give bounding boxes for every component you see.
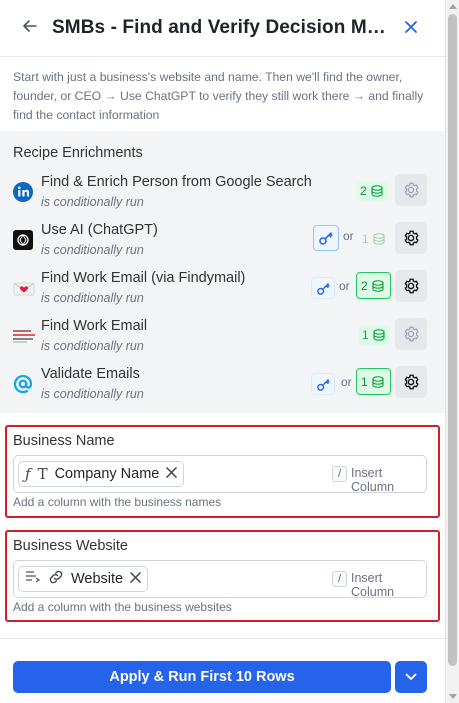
linkedin-icon — [13, 182, 33, 202]
close-icon — [166, 467, 178, 478]
chevron-down-icon — [405, 673, 417, 680]
recipe-item-name: Find Work Email (via Findymail) — [41, 270, 246, 286]
credit-badge: 1 — [359, 229, 390, 249]
function-icon: ƒ — [25, 465, 31, 483]
settings-button[interactable] — [395, 222, 427, 254]
lines-icon — [13, 326, 35, 346]
chip-label: Website — [71, 571, 124, 587]
close-icon — [130, 572, 141, 583]
arrow-left-icon — [23, 20, 37, 32]
gear-icon — [404, 278, 419, 294]
business-website-hint: Add a column with the business websites — [13, 600, 232, 614]
or-label: or — [343, 229, 354, 243]
gear-icon — [404, 374, 419, 390]
recipe-item-name: Use AI (ChatGPT) — [41, 222, 158, 238]
credit-count: 2 — [360, 184, 367, 198]
recipe-item-status: is conditionally run — [41, 195, 144, 209]
remove-chip-button[interactable] — [130, 571, 141, 587]
business-name-input[interactable]: ƒ T Company Name / Insert Column — [13, 455, 427, 494]
credit-badge[interactable]: 1 — [356, 368, 391, 395]
recipe-item-validate-emails[interactable]: Validate Emails is conditionally run or … — [0, 363, 445, 409]
website-chip[interactable]: Website — [18, 566, 149, 592]
recipe-enrichments: Recipe Enrichments Find & Enrich Person … — [0, 131, 445, 413]
credit-badge: 1 — [359, 325, 390, 345]
insert-column-button[interactable]: Insert Column — [351, 571, 426, 599]
recipe-item-status: is conditionally run — [41, 387, 144, 401]
key-icon — [319, 232, 333, 245]
settings-button[interactable] — [395, 174, 427, 206]
recipe-item-name: Validate Emails — [41, 366, 140, 382]
apply-run-button[interactable]: Apply & Run First 10 Rows — [13, 661, 391, 693]
api-key-button[interactable] — [313, 225, 339, 251]
recipe-item-name: Find & Enrich Person from Google Search — [41, 174, 312, 190]
business-name-label: Business Name — [13, 433, 115, 449]
recipe-item-status: is conditionally run — [41, 243, 144, 257]
insert-column-button[interactable]: Insert Column — [351, 466, 426, 494]
slash-shortcut: / — [332, 466, 347, 482]
api-key-button[interactable] — [311, 277, 335, 299]
recipe-item-status: is conditionally run — [41, 291, 144, 305]
credit-count: 1 — [361, 374, 368, 389]
business-name-section: Business Name ƒ T Company Name / Insert … — [5, 425, 440, 518]
chip-label: Company Name — [54, 466, 160, 482]
back-button[interactable] — [20, 18, 40, 38]
coins-icon — [371, 185, 383, 197]
recipe-item-find-work-email[interactable]: Find Work Email is conditionally run 1 — [0, 315, 445, 361]
recipe-item-name: Find Work Email — [41, 318, 148, 334]
at-icon — [13, 374, 33, 394]
panel-footer: Apply & Run First 10 Rows — [0, 638, 445, 703]
recipe-item-google-search[interactable]: Find & Enrich Person from Google Search … — [0, 171, 445, 217]
key-icon — [316, 282, 330, 295]
company-name-chip[interactable]: ƒ T Company Name — [18, 461, 185, 487]
findymail-icon — [13, 278, 35, 298]
gear-icon — [404, 182, 419, 198]
remove-chip-button[interactable] — [166, 466, 178, 482]
coins-icon — [373, 233, 385, 245]
gear-icon — [404, 326, 419, 342]
link-icon — [48, 569, 64, 589]
scroll-up-arrow[interactable] — [449, 4, 457, 9]
close-icon — [405, 21, 417, 33]
run-options-dropdown[interactable] — [395, 661, 427, 693]
recipe-item-status: is conditionally run — [41, 339, 144, 353]
settings-button[interactable] — [395, 270, 427, 302]
business-website-label: Business Website — [13, 538, 128, 554]
recipe-item-chatgpt[interactable]: Use AI (ChatGPT) is conditionally run or… — [0, 219, 445, 265]
coins-icon — [372, 279, 384, 292]
or-label: or — [341, 375, 352, 389]
business-name-hint: Add a column with the business names — [13, 495, 222, 509]
api-key-button[interactable] — [311, 373, 335, 395]
scroll-thumb[interactable] — [448, 14, 457, 666]
recipe-description: Start with just a business's website and… — [13, 70, 424, 122]
coins-icon — [372, 375, 384, 388]
list-arrow-icon — [25, 570, 41, 588]
vertical-scrollbar[interactable] — [445, 0, 459, 703]
recipe-item-findymail[interactable]: Find Work Email (via Findymail) is condi… — [0, 267, 445, 313]
settings-button[interactable] — [395, 318, 427, 350]
credit-count: 2 — [361, 278, 368, 293]
credit-badge: 2 — [357, 181, 388, 201]
page-title: SMBs - Find and Verify Decision Mak... — [52, 17, 386, 38]
recipe-enrichments-title: Recipe Enrichments — [13, 145, 143, 161]
credit-count: 1 — [362, 232, 369, 246]
key-icon — [316, 378, 330, 391]
business-website-input[interactable]: Website / Insert Column — [13, 560, 427, 599]
text-type-icon: T — [37, 465, 48, 483]
slash-shortcut: / — [332, 571, 347, 587]
credit-count: 1 — [362, 328, 369, 342]
gear-icon — [404, 230, 419, 246]
settings-button[interactable] — [395, 366, 427, 398]
credit-badge[interactable]: 2 — [356, 272, 391, 299]
panel-header: SMBs - Find and Verify Decision Mak... — [0, 0, 445, 57]
openai-icon — [13, 230, 33, 250]
coins-icon — [373, 329, 385, 341]
close-button[interactable] — [401, 18, 421, 38]
scroll-down-arrow[interactable] — [449, 694, 457, 699]
business-website-section: Business Website Website / Insert Column… — [5, 530, 440, 622]
enrichment-panel: SMBs - Find and Verify Decision Mak... S… — [0, 0, 445, 703]
or-label: or — [339, 279, 350, 293]
